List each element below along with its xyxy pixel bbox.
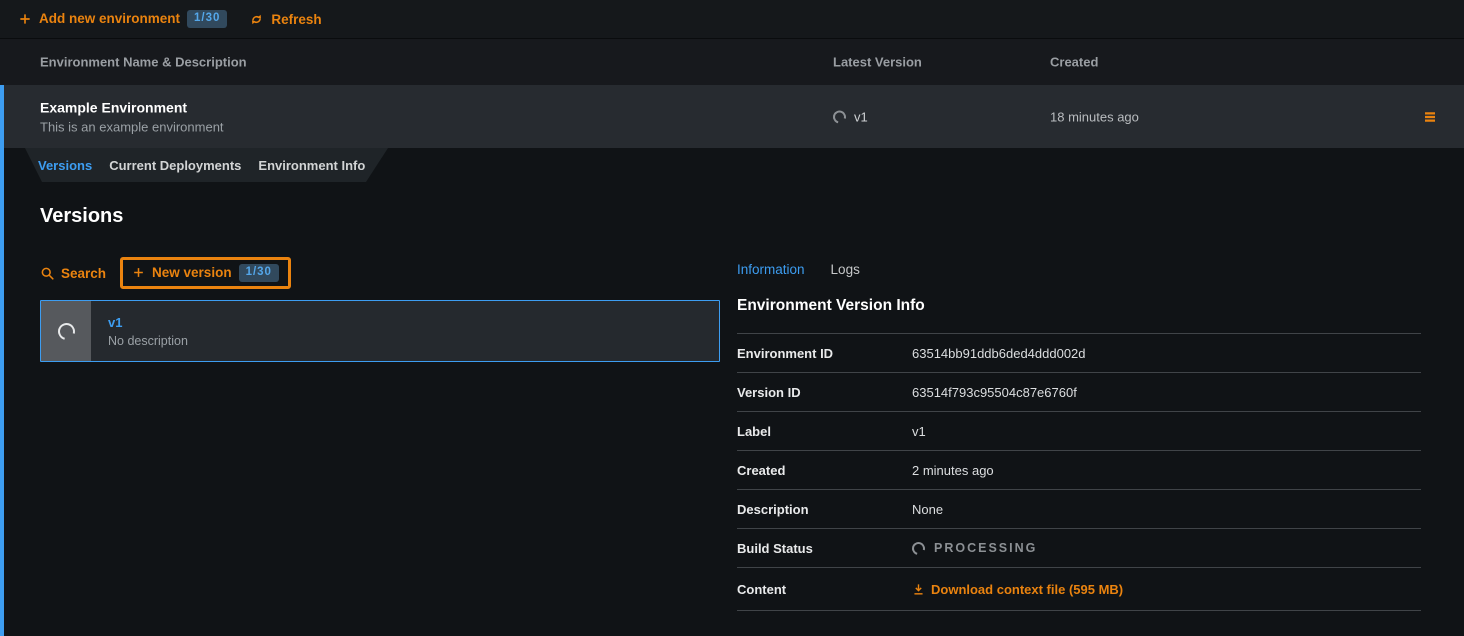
environment-count-badge: 1/30 [187, 10, 227, 29]
version-description: No description [108, 334, 188, 348]
row-value: 2 minutes ago [912, 463, 994, 478]
spinner-icon [910, 539, 928, 557]
table-row-created: Created 2 minutes ago [737, 450, 1421, 489]
download-icon [912, 583, 925, 596]
environments-page: Add new environment 1/30 Refresh Environ… [0, 0, 1464, 636]
new-version-highlight-box: New version 1/30 [120, 257, 291, 289]
search-label: Search [61, 266, 106, 281]
add-new-environment-label: Add new environment [39, 11, 180, 26]
table-row-label: Label v1 [737, 411, 1421, 450]
row-label: Version ID [737, 385, 912, 400]
spinner-icon [831, 108, 849, 126]
environment-description: This is an example environment [40, 119, 224, 134]
toolbar: Add new environment 1/30 Refresh [0, 0, 1464, 38]
version-label: v1 [108, 315, 188, 330]
column-header-created: Created [1050, 55, 1098, 70]
row-value: 63514f793c95504c87e6760f [912, 385, 1077, 400]
environment-detail-section: Versions Current Deployments Environment… [0, 148, 1464, 636]
table-row-description: Description None [737, 489, 1421, 528]
row-value: v1 [912, 424, 926, 439]
row-label: Label [737, 424, 912, 439]
tab-current-deployments[interactable]: Current Deployments [109, 158, 241, 173]
table-row-build-status: Build Status PROCESSING [737, 528, 1421, 567]
environment-tab-strip: Versions Current Deployments Environment… [25, 148, 388, 182]
versions-section-title: Versions [40, 205, 123, 228]
detail-panel-title: Environment Version Info [737, 297, 925, 315]
version-status-block [41, 301, 91, 361]
row-label: Created [737, 463, 912, 478]
new-version-label: New version [152, 265, 232, 280]
environments-table-header: Environment Name & Description Latest Ve… [0, 38, 1464, 85]
latest-version-value: v1 [854, 109, 868, 124]
environment-name: Example Environment [40, 99, 224, 115]
row-menu-icon[interactable] [1422, 109, 1438, 125]
column-header-latest-version: Latest Version [833, 55, 922, 70]
selected-row-indicator [0, 85, 4, 636]
environment-row[interactable]: Example Environment This is an example e… [0, 85, 1464, 148]
row-label: Description [737, 502, 912, 517]
tab-information[interactable]: Information [737, 262, 805, 277]
row-label: Content [737, 582, 912, 597]
build-status-text: PROCESSING [934, 541, 1037, 555]
search-button[interactable]: Search [40, 266, 106, 281]
add-new-environment-button[interactable]: Add new environment 1/30 [18, 10, 227, 29]
spinner-icon [54, 319, 77, 342]
plus-icon [132, 266, 145, 279]
search-icon [40, 266, 55, 281]
created-cell: 18 minutes ago [1050, 109, 1139, 124]
version-list-item[interactable]: v1 No description [40, 300, 720, 362]
detail-tabs: Information Logs [737, 262, 860, 277]
latest-version-cell: v1 [833, 109, 868, 124]
row-label: Build Status [737, 541, 912, 556]
new-version-button[interactable]: New version 1/30 [132, 264, 279, 283]
refresh-label: Refresh [271, 12, 321, 27]
environment-name-block: Example Environment This is an example e… [40, 99, 224, 134]
tab-environment-info[interactable]: Environment Info [258, 158, 365, 173]
version-count-badge: 1/30 [239, 264, 279, 283]
tab-logs[interactable]: Logs [831, 262, 860, 277]
row-value: None [912, 502, 943, 517]
refresh-button[interactable]: Refresh [249, 12, 321, 27]
table-row-version-id: Version ID 63514f793c95504c87e6760f [737, 372, 1421, 411]
download-link-label: Download context file (595 MB) [931, 582, 1123, 597]
versions-controls: Search New version 1/30 [40, 256, 291, 290]
plus-icon [18, 12, 32, 26]
table-row-environment-id: Environment ID 63514bb91ddb6ded4ddd002d [737, 333, 1421, 372]
table-row-content: Content Download context file (595 MB) [737, 567, 1421, 611]
version-info-table: Environment ID 63514bb91ddb6ded4ddd002d … [737, 333, 1421, 611]
version-card-body: v1 No description [91, 301, 188, 361]
column-header-name: Environment Name & Description [40, 55, 247, 70]
refresh-icon [249, 12, 264, 27]
row-value: 63514bb91ddb6ded4ddd002d [912, 346, 1086, 361]
download-context-file-link[interactable]: Download context file (595 MB) [912, 582, 1123, 597]
tab-versions[interactable]: Versions [38, 158, 92, 173]
row-label: Environment ID [737, 346, 912, 361]
build-status-badge: PROCESSING [912, 541, 1037, 555]
